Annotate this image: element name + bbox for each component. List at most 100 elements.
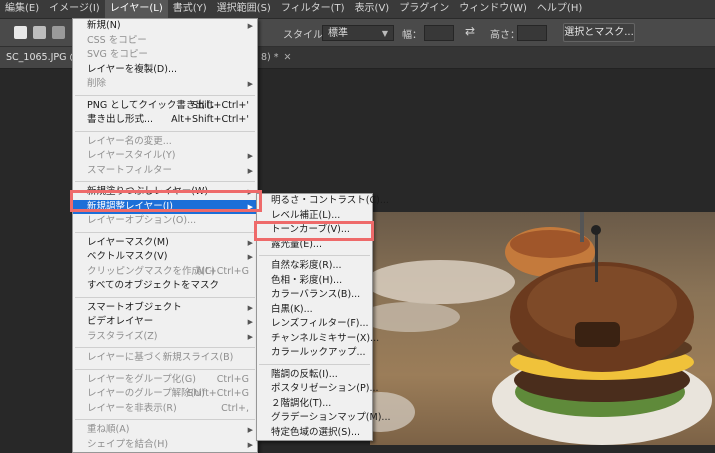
layer-menu-item[interactable]: レイヤーを複製(D)... bbox=[73, 63, 257, 78]
menu-separator bbox=[75, 347, 255, 348]
menu-window[interactable]: ウィンドウ(W) bbox=[454, 0, 532, 18]
layer-menu-item[interactable]: レイヤーのグループ解除(U) Shift+Ctrl+G bbox=[73, 387, 257, 402]
layer-menu-item[interactable]: クリッピングマスクを作成(C) Alt+Ctrl+G bbox=[73, 265, 257, 280]
adjustment-menu-item[interactable]: トーンカーブ(V)... bbox=[257, 223, 372, 238]
layer-menu-item[interactable]: ベクトルマスク(V) ▶ bbox=[73, 250, 257, 265]
menu-view[interactable]: 表示(V) bbox=[350, 0, 395, 18]
adjustment-menu-item[interactable]: ２階調化(T)... bbox=[257, 397, 372, 412]
layer-menu-item[interactable]: PNG としてクイック書き出し Shift+Ctrl+' bbox=[73, 99, 257, 114]
burger-photo bbox=[370, 212, 715, 445]
menu-item-label: レイヤーマスク(M) bbox=[87, 236, 169, 248]
layer-menu-item[interactable]: 重ね順(A) ▶ bbox=[73, 423, 257, 438]
layer-menu-item[interactable]: 削除 ▶ bbox=[73, 77, 257, 92]
adjustment-menu-item[interactable]: 白黒(K)... bbox=[257, 303, 372, 318]
menu-item-label: ビデオレイヤー bbox=[87, 316, 154, 327]
menu-item-label: ２階調化(T)... bbox=[271, 397, 332, 409]
menu-item-label: レイヤー名の変更... bbox=[87, 135, 172, 147]
submenu-arrow-icon: ▶ bbox=[247, 303, 253, 312]
menu-plugins[interactable]: プラグイン bbox=[394, 0, 454, 18]
style-select-value: 標準 bbox=[328, 28, 348, 39]
new-selection-icon[interactable] bbox=[14, 26, 27, 39]
chevron-down-icon: ▼ bbox=[381, 29, 388, 38]
menu-item-label: ラスタライズ(Z) bbox=[87, 330, 158, 342]
submenu-arrow-icon: ▶ bbox=[247, 152, 253, 160]
menu-separator bbox=[75, 296, 255, 298]
height-label: 高さ： bbox=[490, 30, 520, 41]
menu-item-shortcut: Ctrl+G bbox=[216, 373, 249, 385]
menu-item-label: 削除 bbox=[87, 78, 107, 89]
submenu-arrow-icon: ▶ bbox=[247, 253, 253, 261]
select-and-mask-button[interactable]: 選択とマスク... bbox=[563, 23, 635, 42]
adjustment-menu-item[interactable]: 自然な彩度(R)... bbox=[257, 259, 372, 274]
adjustment-menu-item[interactable]: 露光量(E)... bbox=[257, 238, 372, 253]
layer-menu-item[interactable]: 新規(N) ▶ bbox=[73, 19, 257, 34]
adjustment-menu-item[interactable]: 明るさ・コントラスト(C)... bbox=[257, 194, 389, 209]
adjustment-menu-item[interactable]: 階調の反転(I)... bbox=[257, 368, 372, 383]
menu-separator bbox=[75, 231, 255, 233]
menu-type[interactable]: 書式(Y) bbox=[168, 0, 212, 18]
adjustment-menu-item[interactable]: レンズフィルター(F)... bbox=[257, 317, 372, 332]
menu-item-label: グラデーションマップ(M)... bbox=[271, 412, 391, 423]
layer-menu-item[interactable]: レイヤーオプション(O)... bbox=[73, 214, 257, 229]
adjustment-menu-item[interactable]: グラデーションマップ(M)... bbox=[257, 411, 390, 426]
menu-separator bbox=[75, 94, 255, 96]
menu-edit[interactable]: 編集(E) bbox=[0, 0, 44, 18]
layer-menu-item[interactable]: レイヤーマスク(M) ▶ bbox=[73, 236, 257, 251]
layer-menu-item[interactable]: レイヤーを非表示(R) Ctrl+, bbox=[73, 402, 257, 417]
menu-help[interactable]: ヘルプ(H) bbox=[532, 0, 587, 18]
layer-menu-item[interactable]: SVG をコピー bbox=[73, 48, 257, 63]
menu-separator bbox=[75, 368, 255, 370]
add-selection-icon[interactable] bbox=[33, 26, 46, 39]
width-field[interactable] bbox=[424, 25, 454, 41]
adjustment-menu-item[interactable]: ポスタリゼーション(P)... bbox=[257, 382, 379, 397]
adjustment-layer-submenu: 明るさ・コントラスト(C)... レベル補正(L)... トーンカーブ(V)... 露… bbox=[256, 193, 390, 441]
menu-item-label: 特定色域の選択(S)... bbox=[271, 426, 361, 438]
layer-menu-item[interactable]: レイヤースタイル(Y) ▶ bbox=[73, 149, 257, 164]
layer-menu-item[interactable]: レイヤー名の変更... bbox=[73, 135, 257, 150]
width-label: 幅： bbox=[402, 30, 422, 41]
submenu-arrow-icon: ▶ bbox=[247, 318, 253, 326]
submenu-arrow-icon: ▶ bbox=[247, 22, 253, 30]
menu-item-label: 露光量(E)... bbox=[271, 238, 322, 250]
layer-menu-item[interactable]: CSS をコピー bbox=[73, 34, 257, 49]
layer-menu: 新規(N) ▶ CSS をコピー SVG をコピー レイヤーを複製(D)... 削除 ▶ PN… bbox=[72, 18, 258, 453]
menu-item-label: 自然な彩度(R)... bbox=[271, 260, 342, 271]
menu-item-label: トーンカーブ(V)... bbox=[271, 224, 350, 235]
menu-filter[interactable]: フィルター(T) bbox=[276, 0, 350, 18]
layer-menu-item[interactable]: 新規調整レイヤー(J) ▶ bbox=[73, 199, 257, 214]
adjustment-menu-item[interactable]: チャンネルミキサー(X)... bbox=[257, 332, 379, 347]
close-icon[interactable]: ✕ bbox=[284, 52, 292, 63]
height-field[interactable] bbox=[517, 25, 547, 41]
adjustment-menu-item[interactable]: カラーバランス(B)... bbox=[257, 288, 372, 303]
adjustment-menu-item[interactable]: レベル補正(L)... bbox=[257, 209, 372, 224]
menu-item-label: 階調の反転(I)... bbox=[271, 368, 338, 380]
menu-item-label: ベクトルマスク(V) bbox=[87, 251, 168, 262]
layer-menu-item[interactable]: ラスタライズ(Z) ▶ bbox=[73, 330, 257, 345]
style-select[interactable]: 標準 ▼ bbox=[322, 25, 394, 41]
swap-icon[interactable]: ⇄ bbox=[465, 24, 475, 38]
menu-item-label: レイヤーを非表示(R) bbox=[87, 402, 177, 414]
adjustment-menu-item[interactable]: カラールックアップ... bbox=[257, 346, 372, 361]
menu-item-label: カラーバランス(B)... bbox=[271, 289, 361, 300]
subtract-selection-icon[interactable] bbox=[52, 26, 65, 39]
menu-select[interactable]: 選択範囲(S) bbox=[212, 0, 276, 18]
document-tab-2[interactable]: 8) * ✕ bbox=[255, 47, 298, 68]
menu-item-label: CSS をコピー bbox=[87, 34, 147, 46]
menu-item-label: SVG をコピー bbox=[87, 49, 148, 60]
adjustment-menu-item[interactable]: 色相・彩度(H)... bbox=[257, 274, 372, 289]
layer-menu-item[interactable]: ビデオレイヤー ▶ bbox=[73, 315, 257, 330]
layer-menu-item[interactable]: すべてのオブジェクトをマスク bbox=[73, 279, 257, 294]
layer-menu-item[interactable]: レイヤーに基づく新規スライス(B) bbox=[73, 351, 257, 366]
layer-menu-item[interactable]: 新規塗りつぶしレイヤー(W) ▶ bbox=[73, 185, 257, 200]
layer-menu-item[interactable]: 書き出し形式... Alt+Shift+Ctrl+' bbox=[73, 113, 257, 128]
menu-item-label: 明るさ・コントラスト(C)... bbox=[271, 195, 389, 206]
layer-menu-item[interactable]: スマートオブジェクト ▶ bbox=[73, 301, 257, 316]
layer-menu-item[interactable]: スマートフィルター ▶ bbox=[73, 164, 257, 179]
adjustment-menu-item[interactable]: 特定色域の選択(S)... bbox=[257, 426, 372, 441]
menu-layer[interactable]: レイヤー(L) bbox=[104, 0, 168, 18]
layer-menu-item[interactable]: レイヤーをグループ化(G) Ctrl+G bbox=[73, 373, 257, 388]
menu-item-label: 重ね順(A) bbox=[87, 424, 130, 435]
menu-image[interactable]: イメージ(I) bbox=[44, 0, 105, 18]
photo-illustration bbox=[370, 212, 712, 445]
submenu-arrow-icon: ▶ bbox=[247, 188, 253, 196]
